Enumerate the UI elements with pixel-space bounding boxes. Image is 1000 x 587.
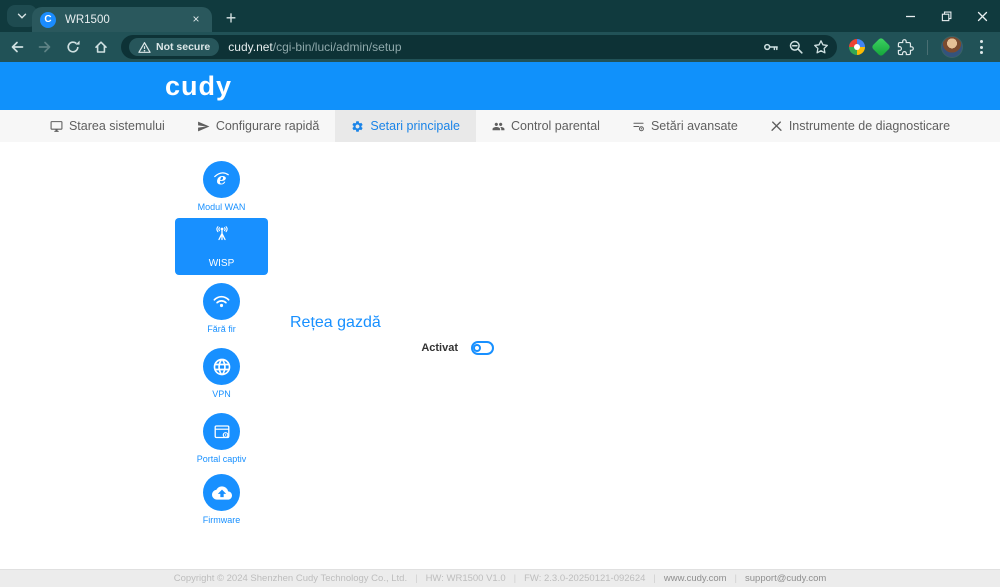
forward-icon xyxy=(37,39,53,55)
security-chip[interactable]: Not secure xyxy=(129,38,219,56)
restore-icon xyxy=(941,11,952,22)
tab-advanced-settings[interactable]: Setări avansate xyxy=(616,110,754,142)
footer-firmware: FW: 2.3.0-20250121-092624 xyxy=(506,573,646,584)
sidebar-item-vpn[interactable]: VPN xyxy=(175,348,268,399)
minimize-button[interactable] xyxy=(892,0,928,32)
nav-label: Control parental xyxy=(511,119,600,133)
toggle-knob xyxy=(473,344,481,352)
sidebar-item-captive-portal[interactable]: Portal captiv xyxy=(175,413,268,464)
sidebar-item-label: VPN xyxy=(212,389,231,399)
toggle-label: Activat xyxy=(290,342,458,354)
footer-email-link[interactable]: support@cudy.com xyxy=(727,573,827,584)
crossed-tools-icon xyxy=(770,120,783,133)
sidebar: e Modul WAN WISP Fără fir V xyxy=(175,142,268,569)
chevron-down-icon xyxy=(15,9,29,23)
page-footer: Copyright © 2024 Shenzhen Cudy Technolog… xyxy=(0,569,1000,587)
zoom-out-icon[interactable] xyxy=(788,39,804,55)
url-path: /cgi-bin/luci/admin/setup xyxy=(273,40,402,54)
enable-row: Activat xyxy=(290,338,494,358)
browser-toolbar: Not secure cudy.net/cgi-bin/luci/admin/s… xyxy=(0,32,1000,62)
omnibox-icons xyxy=(763,39,829,55)
security-label: Not secure xyxy=(156,41,210,53)
reload-icon xyxy=(65,39,81,55)
captive-portal-icon xyxy=(203,413,240,450)
sliders-gear-icon xyxy=(632,120,645,133)
extensions-puzzle-icon[interactable] xyxy=(897,39,914,56)
globe-icon xyxy=(203,348,240,385)
sidebar-item-label: Firmware xyxy=(203,515,241,525)
warning-icon xyxy=(138,41,151,54)
sidebar-item-wan-mode[interactable]: e Modul WAN xyxy=(175,161,268,212)
sidebar-item-wisp[interactable]: WISP xyxy=(175,218,268,275)
sidebar-item-firmware[interactable]: Firmware xyxy=(175,474,268,525)
nav-label: Instrumente de diagnosticare xyxy=(789,119,950,133)
forward-button[interactable] xyxy=(31,33,59,61)
page-title: Rețea gazdă xyxy=(290,314,381,332)
tab-title: WR1500 xyxy=(65,14,188,26)
nav-label: Configurare rapidă xyxy=(216,119,320,133)
tab-strip: C WR1500 × + xyxy=(0,0,1000,32)
tab-close-icon[interactable]: × xyxy=(188,12,204,28)
page-content: e Modul WAN WISP Fără fir V xyxy=(0,142,1000,569)
paper-plane-icon xyxy=(197,120,210,133)
bookmark-star-icon[interactable] xyxy=(813,39,829,55)
toolbar-divider xyxy=(927,40,928,55)
reload-button[interactable] xyxy=(59,33,87,61)
url-host: cudy.net xyxy=(228,40,272,54)
back-button[interactable] xyxy=(3,33,31,61)
browser-tab[interactable]: C WR1500 × xyxy=(32,7,212,32)
activat-toggle[interactable] xyxy=(471,341,494,355)
footer-website-link[interactable]: www.cudy.com xyxy=(645,573,726,584)
minimize-icon xyxy=(905,11,916,22)
profile-avatar[interactable] xyxy=(941,36,963,58)
sidebar-item-label: WISP xyxy=(209,258,235,269)
extension-colorful-icon[interactable] xyxy=(849,39,865,55)
main-nav: Starea sistemului Configurare rapidă Set… xyxy=(0,110,1000,142)
extension-area xyxy=(849,36,991,58)
cudy-favicon: C xyxy=(40,12,56,28)
new-tab-button[interactable]: + xyxy=(219,6,243,30)
sidebar-item-label: Portal captiv xyxy=(197,454,247,464)
home-button[interactable] xyxy=(87,33,115,61)
tab-system-status[interactable]: Starea sistemului xyxy=(34,110,181,142)
browser-window: C WR1500 × + xyxy=(0,0,1000,587)
password-key-icon[interactable] xyxy=(763,39,779,55)
users-icon xyxy=(492,120,505,133)
monitor-icon xyxy=(50,120,63,133)
sidebar-item-label: Fără fir xyxy=(207,324,236,334)
footer-hardware: HW: WR1500 V1.0 xyxy=(407,573,506,584)
restore-button[interactable] xyxy=(928,0,964,32)
close-icon xyxy=(977,11,988,22)
antenna-icon xyxy=(212,224,232,249)
back-icon xyxy=(9,39,25,55)
cudy-logo[interactable]: cudy xyxy=(165,71,232,102)
extension-green-icon[interactable] xyxy=(871,37,891,57)
window-controls xyxy=(892,0,1000,32)
address-bar[interactable]: Not secure cudy.net/cgi-bin/luci/admin/s… xyxy=(121,35,837,59)
sidebar-item-label: Modul WAN xyxy=(198,202,246,212)
brand-header: cudy xyxy=(0,62,1000,110)
close-button[interactable] xyxy=(964,0,1000,32)
tab-diagnostic-tools[interactable]: Instrumente de diagnosticare xyxy=(754,110,966,142)
tab-parental-control[interactable]: Control parental xyxy=(476,110,616,142)
footer-copyright: Copyright © 2024 Shenzhen Cudy Technolog… xyxy=(174,573,407,584)
nav-label: Starea sistemului xyxy=(69,119,165,133)
home-icon xyxy=(93,39,109,55)
browser-e-icon: e xyxy=(203,161,240,198)
gear-icon xyxy=(351,120,364,133)
sidebar-item-wireless[interactable]: Fără fir xyxy=(175,283,268,334)
tab-main-settings[interactable]: Setari principale xyxy=(335,110,476,142)
wifi-icon xyxy=(203,283,240,320)
nav-label: Setări avansate xyxy=(651,119,738,133)
tab-quick-setup[interactable]: Configurare rapidă xyxy=(181,110,336,142)
cloud-upload-icon xyxy=(203,474,240,511)
browser-menu-icon[interactable] xyxy=(972,36,991,58)
nav-label: Setari principale xyxy=(370,119,460,133)
url-text: cudy.net/cgi-bin/luci/admin/setup xyxy=(228,40,763,54)
